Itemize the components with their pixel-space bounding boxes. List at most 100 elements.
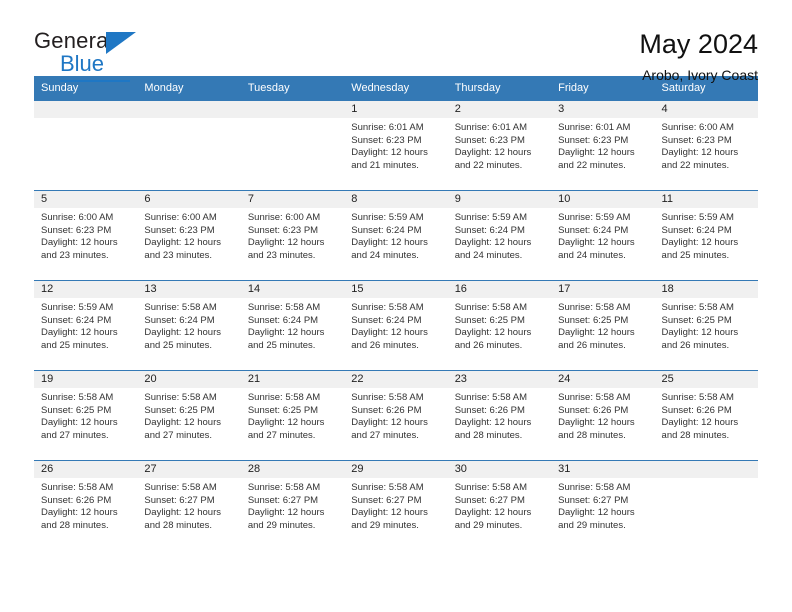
calendar-day-cell[interactable]: 14 Sunrise: 5:58 AM Sunset: 6:24 PM Dayligh… [240,280,345,371]
day-number: 23 [447,371,552,388]
calendar-day-cell[interactable]: 21 Sunrise: 5:58 AM Sunset: 6:25 PM Dayligh… [240,370,345,461]
daylight-text-line2: and 25 minutes. [661,249,730,261]
calendar-day-cell[interactable]: 19 Sunrise: 5:58 AM Sunset: 6:25 PM Dayligh… [34,370,138,461]
calendar-day-cell[interactable]: 25 Sunrise: 5:58 AM Sunset: 6:26 PM Dayligh… [654,370,758,461]
day-cell-inner: 1 Sunrise: 6:01 AM Sunset: 6:23 PM Daylight… [344,101,448,190]
day-number: 15 [344,281,448,298]
day-number: 31 [551,461,655,478]
day-number: 21 [240,371,345,388]
sunset-text: Sunset: 6:23 PM [41,224,112,236]
day-cell-inner [34,101,138,190]
calendar-week-row: 1 Sunrise: 6:01 AM Sunset: 6:23 PM Daylight… [34,100,758,191]
calendar-day-cell[interactable]: 11 Sunrise: 5:59 AM Sunset: 6:24 PM Dayligh… [654,190,758,281]
day-details: Sunrise: 5:58 AM Sunset: 6:24 PM Daylight:… [344,298,447,352]
sunset-text: Sunset: 6:25 PM [558,314,629,326]
daylight-text-line2: and 24 minutes. [351,249,419,261]
calendar-day-cell[interactable]: 30 Sunrise: 5:58 AM Sunset: 6:27 PM Dayligh… [447,460,552,551]
day-cell-inner: 2 Sunrise: 6:01 AM Sunset: 6:23 PM Daylight… [447,101,552,190]
sunset-text: Sunset: 6:24 PM [351,224,422,236]
day-details: Sunrise: 5:58 AM Sunset: 6:26 PM Daylight:… [34,478,137,532]
day-number: 18 [654,281,758,298]
day-number: 30 [447,461,552,478]
daylight-text-line2: and 23 minutes. [41,249,109,261]
sunset-text: Sunset: 6:26 PM [351,404,422,416]
sunrise-text: Sunrise: 5:59 AM [661,212,734,223]
calendar-day-cell[interactable]: 6 Sunrise: 6:00 AM Sunset: 6:23 PM Daylight… [137,190,241,281]
calendar-body: 1 Sunrise: 6:01 AM Sunset: 6:23 PM Daylight… [34,100,758,551]
day-number: 1 [344,101,448,118]
daylight-text-line1: Daylight: 12 hours [558,147,635,159]
calendar-day-cell[interactable]: 27 Sunrise: 5:58 AM Sunset: 6:27 PM Dayligh… [137,460,241,551]
day-details: Sunrise: 5:58 AM Sunset: 6:27 PM Daylight:… [137,478,240,532]
calendar-day-cell[interactable]: 17 Sunrise: 5:58 AM Sunset: 6:25 PM Dayligh… [551,280,655,371]
calendar-page: General Blue May 2024 Arobo, Ivory Coast… [0,0,792,612]
calendar-day-cell[interactable]: 20 Sunrise: 5:58 AM Sunset: 6:25 PM Dayligh… [137,370,241,461]
sunset-text: Sunset: 6:23 PM [661,134,732,146]
calendar-day-cell[interactable]: 28 Sunrise: 5:58 AM Sunset: 6:27 PM Dayligh… [240,460,345,551]
daylight-text-line1: Daylight: 12 hours [144,327,221,339]
sunset-text: Sunset: 6:24 PM [41,314,112,326]
weekday-header-thursday: Thursday [447,76,552,101]
calendar-day-cell[interactable]: 5 Sunrise: 6:00 AM Sunset: 6:23 PM Daylight… [34,190,138,281]
day-cell-inner [240,101,345,190]
sunset-text: Sunset: 6:24 PM [558,224,629,236]
day-number: 25 [654,371,758,388]
sunrise-text: Sunrise: 6:01 AM [454,122,528,133]
calendar-day-cell[interactable]: 13 Sunrise: 5:58 AM Sunset: 6:24 PM Dayligh… [137,280,241,371]
day-details: Sunrise: 5:58 AM Sunset: 6:25 PM Daylight:… [448,298,551,352]
daylight-text-line1: Daylight: 12 hours [454,417,532,429]
calendar-day-cell[interactable]: 8 Sunrise: 5:59 AM Sunset: 6:24 PM Daylight… [344,190,448,281]
calendar-day-cell[interactable]: 16 Sunrise: 5:58 AM Sunset: 6:25 PM Dayligh… [447,280,552,371]
calendar-day-cell[interactable]: 23 Sunrise: 5:58 AM Sunset: 6:26 PM Dayligh… [447,370,552,461]
day-details: Sunrise: 5:58 AM Sunset: 6:25 PM Daylight:… [34,388,137,442]
calendar-day-cell[interactable]: 29 Sunrise: 5:58 AM Sunset: 6:27 PM Dayligh… [344,460,448,551]
weekday-header-tuesday: Tuesday [240,76,345,101]
day-cell-inner: 23 Sunrise: 5:58 AM Sunset: 6:26 PM Dayligh… [447,371,552,460]
logo-word-general: General [34,28,114,53]
sunrise-text: Sunrise: 6:01 AM [351,122,424,133]
sunrise-text: Sunrise: 5:58 AM [454,392,528,403]
day-details: Sunrise: 5:59 AM Sunset: 6:24 PM Daylight:… [344,208,447,262]
calendar-day-cell[interactable]: 15 Sunrise: 5:58 AM Sunset: 6:24 PM Dayligh… [344,280,448,371]
calendar-day-cell[interactable]: 3 Sunrise: 6:01 AM Sunset: 6:23 PM Daylight… [551,100,655,191]
daylight-text-line2: and 26 minutes. [558,339,626,351]
calendar-day-cell[interactable]: 1 Sunrise: 6:01 AM Sunset: 6:23 PM Daylight… [344,100,448,191]
sunset-text: Sunset: 6:23 PM [144,224,215,236]
calendar-day-cell[interactable]: 12 Sunrise: 5:59 AM Sunset: 6:24 PM Dayligh… [34,280,138,371]
sunset-text: Sunset: 6:27 PM [247,494,319,506]
daylight-text-line2: and 27 minutes. [41,429,109,441]
calendar-day-cell[interactable]: 2 Sunrise: 6:01 AM Sunset: 6:23 PM Daylight… [447,100,552,191]
daylight-text-line1: Daylight: 12 hours [558,237,635,249]
daylight-text-line2: and 26 minutes. [351,339,419,351]
daylight-text-line1: Daylight: 12 hours [558,417,635,429]
daylight-text-line1: Daylight: 12 hours [41,237,118,249]
calendar-day-cell[interactable]: 9 Sunrise: 5:59 AM Sunset: 6:24 PM Daylight… [447,190,552,281]
day-details: Sunrise: 6:01 AM Sunset: 6:23 PM Daylight:… [448,118,551,172]
day-details: Sunrise: 5:58 AM Sunset: 6:25 PM Daylight:… [137,388,240,442]
calendar-day-cell[interactable]: 26 Sunrise: 5:58 AM Sunset: 6:26 PM Dayligh… [34,460,138,551]
calendar-day-cell[interactable]: 24 Sunrise: 5:58 AM Sunset: 6:26 PM Dayligh… [551,370,655,461]
daylight-text-line2: and 26 minutes. [661,339,730,351]
calendar-day-cell[interactable]: 31 Sunrise: 5:58 AM Sunset: 6:27 PM Dayligh… [551,460,655,551]
sunrise-text: Sunrise: 5:58 AM [558,302,631,313]
sunrise-text: Sunrise: 5:58 AM [351,392,424,403]
calendar-day-cell[interactable]: 18 Sunrise: 5:58 AM Sunset: 6:25 PM Dayligh… [654,280,758,371]
day-number: 3 [551,101,655,118]
sunset-text: Sunset: 6:27 PM [558,494,629,506]
sunrise-text: Sunrise: 5:58 AM [144,482,217,493]
sunrise-text: Sunrise: 5:58 AM [247,392,321,403]
sunset-text: Sunset: 6:24 PM [351,314,422,326]
calendar-day-cell[interactable]: 7 Sunrise: 6:00 AM Sunset: 6:23 PM Daylight… [240,190,345,281]
day-number: 8 [344,191,448,208]
daylight-text-line2: and 27 minutes. [351,429,419,441]
calendar-day-cell[interactable]: 4 Sunrise: 6:00 AM Sunset: 6:23 PM Daylight… [654,100,758,191]
daylight-text-line2: and 22 minutes. [558,159,626,171]
page-title: May 2024 [639,29,758,59]
sunrise-text: Sunrise: 5:58 AM [661,302,734,313]
calendar-day-cell[interactable]: 10 Sunrise: 5:59 AM Sunset: 6:24 PM Dayligh… [551,190,655,281]
calendar-day-cell[interactable]: 22 Sunrise: 5:58 AM Sunset: 6:26 PM Dayligh… [344,370,448,461]
calendar-day-cell-empty [34,100,138,191]
day-details: Sunrise: 5:59 AM Sunset: 6:24 PM Daylight:… [448,208,551,262]
daylight-text-line1: Daylight: 12 hours [661,327,739,339]
day-details: Sunrise: 5:58 AM Sunset: 6:27 PM Daylight:… [241,478,344,532]
